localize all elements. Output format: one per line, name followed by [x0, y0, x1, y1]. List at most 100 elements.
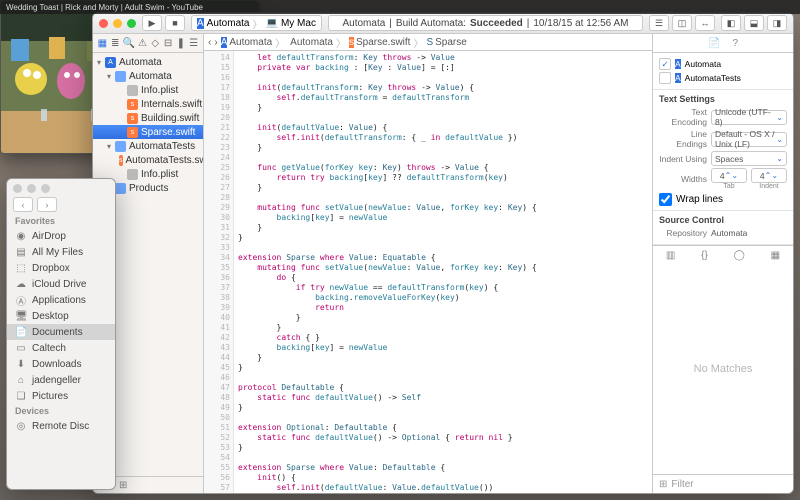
source-code[interactable]: let defaultTransform: Key throws -> Valu…: [234, 51, 652, 493]
tab-width-stepper[interactable]: 4⌃⌄: [711, 168, 747, 183]
source-editor[interactable]: 14 15 16 17 18 19 20 21 22 23 24 25 26 2…: [204, 51, 652, 493]
navigator-tabs[interactable]: ▦ ≣ 🔍 ⚠ ◇ ⊟ ❚ ☰: [93, 34, 203, 53]
debug-navigator-icon[interactable]: ⊟: [163, 37, 174, 50]
target-checkbox[interactable]: [659, 72, 671, 84]
source-control-title: Source Control: [659, 215, 787, 225]
finder-item-airdrop[interactable]: ◉AirDrop: [7, 228, 115, 244]
test-navigator-icon[interactable]: ◇: [150, 37, 161, 50]
toggle-inspector-icon[interactable]: ◨: [767, 15, 787, 31]
wrap-lines-checkbox[interactable]: [659, 193, 672, 206]
nav-item-automata[interactable]: ▾Automata: [93, 69, 203, 83]
crumb-project[interactable]: Automata: [229, 37, 272, 48]
nav-item-sparse-swift[interactable]: sSparse.swift: [93, 125, 203, 139]
jumpbar-back-icon[interactable]: ‹: [208, 37, 211, 48]
assistant-editor-icon[interactable]: ◫: [672, 15, 692, 31]
sidebar-item-icon: ◎: [15, 421, 27, 432]
crumb-symbol[interactable]: Sparse: [435, 37, 467, 48]
indent-using-select[interactable]: Spaces⌄: [711, 151, 787, 166]
quick-help-icon[interactable]: ?: [732, 38, 738, 49]
zoom-button[interactable]: [41, 184, 50, 193]
toggle-navigator-icon[interactable]: ◧: [721, 15, 741, 31]
struct-icon: S: [426, 37, 433, 48]
report-navigator-icon[interactable]: ☰: [188, 37, 199, 50]
issue-navigator-icon[interactable]: ⚠: [137, 37, 148, 50]
project-navigator-icon[interactable]: ▦: [97, 37, 108, 50]
finder-item-all-my-files[interactable]: ▤All My Files: [7, 244, 115, 260]
version-editor-icon[interactable]: ↔: [695, 15, 715, 31]
toggle-debug-icon[interactable]: ⬓: [744, 15, 764, 31]
file-inspector-icon[interactable]: 📄: [708, 38, 720, 49]
finder-item-downloads[interactable]: ⬇Downloads: [7, 356, 115, 372]
nav-item-info-plist[interactable]: Info.plist: [93, 83, 203, 97]
finder-item-desktop[interactable]: 🖥Desktop: [7, 308, 115, 324]
text-encoding-label: Text Encoding: [659, 107, 707, 127]
nav-item-automata[interactable]: ▾AAutomata: [93, 55, 203, 69]
scheme-selector[interactable]: A Automata 〉 💻 My Mac: [191, 15, 322, 31]
panel-toggles[interactable]: ◧ ⬓ ◨: [721, 15, 787, 31]
finder-forward-button[interactable]: ›: [37, 197, 57, 212]
finder-back-button[interactable]: ‹: [13, 197, 33, 212]
standard-editor-icon[interactable]: ☰: [649, 15, 669, 31]
indent-caption: Indent: [751, 183, 787, 190]
nav-item-automatatests[interactable]: ▾AutomataTests: [93, 139, 203, 153]
library-filter[interactable]: ⊞ Filter: [653, 474, 793, 493]
finder-item-dropbox[interactable]: ⬚Dropbox: [7, 260, 115, 276]
filter-grid-icon[interactable]: ⊞: [659, 479, 667, 490]
target-label: Automata: [685, 59, 721, 69]
minimize-button[interactable]: [113, 19, 122, 28]
finder-item-remote-disc[interactable]: ◎Remote Disc: [7, 418, 115, 434]
xcode-titlebar: ▶ ■ A Automata 〉 💻 My Mac Automata | Bui…: [93, 13, 793, 34]
crumb-file[interactable]: Sparse.swift: [356, 37, 410, 48]
text-encoding-select[interactable]: Unicode (UTF-8)⌄: [711, 110, 787, 125]
zoom-button[interactable]: [127, 19, 136, 28]
nav-item-building-swift[interactable]: sBuilding.swift: [93, 111, 203, 125]
media-library-icon[interactable]: ▦: [771, 250, 780, 261]
filter-icon[interactable]: ⊞: [119, 480, 127, 491]
file-template-icon[interactable]: ▥: [666, 250, 675, 261]
stop-button[interactable]: ■: [165, 15, 185, 31]
editor-mode-segmented[interactable]: ☰ ◫ ↔: [649, 15, 715, 31]
library-tabs[interactable]: ▥ {} ◯ ▦: [653, 245, 793, 264]
target-checkbox[interactable]: ✓: [659, 58, 671, 70]
finder-item-pictures[interactable]: ❏Pictures: [7, 388, 115, 404]
status-project: Automata: [342, 18, 385, 29]
indent-width-stepper[interactable]: 4⌃⌄: [751, 168, 787, 183]
object-library-icon[interactable]: ◯: [734, 250, 745, 261]
text-settings-title: Text Settings: [659, 94, 787, 104]
run-button[interactable]: ▶: [142, 15, 162, 31]
finder-sidebar[interactable]: Favorites◉AirDrop▤All My Files⬚Dropbox☁i…: [7, 214, 115, 434]
minimize-button[interactable]: [27, 184, 36, 193]
nav-item-automatatests-swift[interactable]: sAutomataTests.swift: [93, 153, 203, 167]
sidebar-item-icon: ◉: [15, 231, 27, 242]
pip-title: Wedding Toast | Rick and Morty | Adult S…: [0, 0, 260, 14]
close-button[interactable]: [99, 19, 108, 28]
breakpoint-navigator-icon[interactable]: ❚: [175, 37, 186, 50]
finder-item-icloud-drive[interactable]: ☁iCloud Drive: [7, 276, 115, 292]
nav-item-internals-swift[interactable]: sInternals.swift: [93, 97, 203, 111]
run-controls: ▶ ■: [142, 15, 185, 31]
crumb-group[interactable]: Automata: [290, 37, 333, 48]
symbol-navigator-icon[interactable]: ≣: [110, 37, 121, 50]
finder-item-jadengeller[interactable]: ⌂jadengeller: [7, 372, 115, 388]
activity-viewer[interactable]: Automata | Build Automata: Succeeded | 1…: [328, 15, 643, 31]
jumpbar-forward-icon[interactable]: ›: [214, 37, 217, 48]
finder-item-documents[interactable]: 📄Documents: [7, 324, 115, 340]
xcode-window: ▶ ■ A Automata 〉 💻 My Mac Automata | Bui…: [92, 12, 794, 494]
line-endings-select[interactable]: Default - OS X / Unix (LF)⌄: [711, 132, 787, 147]
filter-placeholder: Filter: [671, 479, 693, 490]
close-button[interactable]: [13, 184, 22, 193]
inspector-tabs[interactable]: 📄 ?: [653, 34, 793, 53]
find-navigator-icon[interactable]: 🔍: [123, 37, 135, 50]
finder-item-applications[interactable]: ⒶApplications: [7, 292, 115, 308]
library-no-matches: No Matches: [653, 264, 793, 474]
finder-item-caltech[interactable]: ▭Caltech: [7, 340, 115, 356]
sidebar-item-icon: ▭: [15, 343, 27, 354]
sidebar-item-icon: ☁: [15, 279, 27, 290]
status-result: Succeeded: [470, 18, 523, 29]
finder-section-devices: Devices: [7, 404, 115, 418]
code-snippet-icon[interactable]: {}: [701, 250, 708, 261]
xcode-main: ▦ ≣ 🔍 ⚠ ◇ ⊟ ❚ ☰ ▾AAutomata▾AutomataInfo.…: [93, 34, 793, 493]
finder-titlebar: [7, 179, 115, 197]
jump-bar[interactable]: ‹ › AAutomata 〉 Automata 〉 sSparse.swift…: [204, 34, 652, 51]
editor-panel: ‹ › AAutomata 〉 Automata 〉 sSparse.swift…: [204, 34, 652, 493]
